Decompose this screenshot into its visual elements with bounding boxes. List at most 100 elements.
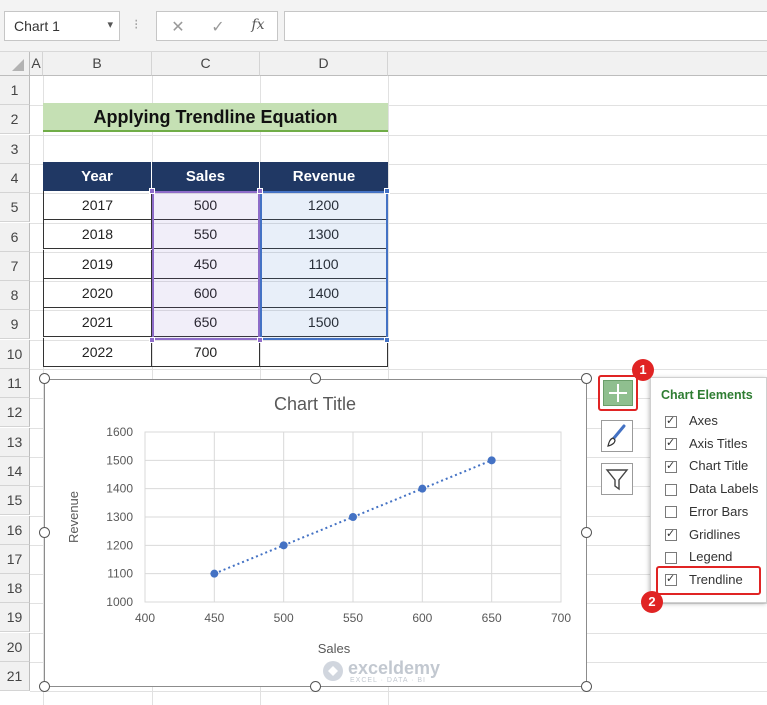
row-header[interactable]: 11	[0, 369, 30, 398]
function-icon[interactable]: fx	[245, 17, 271, 37]
x-tick-label: 550	[343, 611, 363, 625]
plus-icon	[603, 380, 633, 406]
table-header-year[interactable]: Year	[43, 162, 152, 191]
chart-resize-handle[interactable]	[39, 373, 50, 384]
row-header[interactable]: 19	[0, 603, 30, 633]
cell-year[interactable]: 2020	[43, 278, 152, 308]
range-handle[interactable]	[149, 188, 155, 194]
chart-element-item[interactable]: ✓ Axis Titles	[665, 436, 748, 454]
chart-element-checkbox[interactable]: ✓	[665, 528, 677, 542]
chart-element-label: Legend	[689, 549, 733, 565]
chart-element-item[interactable]: Error Bars	[665, 504, 748, 522]
cell-year[interactable]: 2019	[43, 249, 152, 279]
row-header[interactable]: 20	[0, 632, 30, 662]
row-header[interactable]: 15	[0, 486, 30, 516]
chart-element-item[interactable]: ✓ Gridlines	[665, 527, 740, 545]
row-header[interactable]: 1	[0, 76, 30, 105]
range-handle[interactable]	[257, 337, 263, 343]
column-header-d[interactable]: D	[260, 52, 388, 76]
gridline	[30, 369, 767, 370]
chart-resize-handle[interactable]	[581, 373, 592, 384]
step-badge: 1	[632, 359, 654, 381]
cell-year[interactable]: 2018	[43, 220, 152, 250]
formula-input[interactable]	[284, 11, 767, 41]
chevron-down-icon[interactable]: ▾	[107, 18, 113, 31]
x-tick-label: 500	[274, 611, 294, 625]
row-header[interactable]: 10	[0, 339, 30, 369]
y-tick-label: 1600	[106, 425, 133, 439]
table-header-sales[interactable]: Sales	[152, 162, 260, 191]
x-tick-label: 450	[204, 611, 224, 625]
chart-element-item[interactable]: Legend	[665, 549, 732, 567]
row-header[interactable]: 12	[0, 398, 30, 428]
chart-resize-handle[interactable]	[581, 527, 592, 538]
select-all-triangle-icon	[12, 59, 24, 71]
chart-element-checkbox[interactable]	[665, 551, 677, 564]
cell-year[interactable]: 2021	[43, 308, 152, 338]
table-header-revenue[interactable]: Revenue	[260, 162, 388, 191]
column-header-a[interactable]: A	[30, 52, 43, 76]
chart-resize-handle[interactable]	[39, 681, 50, 692]
chart-element-item[interactable]: ✓ Chart Title	[665, 458, 748, 476]
data-point	[210, 569, 219, 578]
x-axis-title: Sales	[318, 641, 351, 656]
row-header[interactable]: 21	[0, 662, 30, 691]
cell-revenue[interactable]	[260, 337, 388, 367]
sheet-title[interactable]: Applying Trendline Equation	[43, 103, 388, 132]
chart-resize-handle[interactable]	[39, 527, 50, 538]
cell-sales[interactable]: 700	[152, 337, 260, 367]
sales-range-highlight	[152, 191, 260, 340]
row-header[interactable]: 5	[0, 193, 30, 223]
range-handle[interactable]	[257, 188, 263, 194]
x-tick-label: 650	[482, 611, 502, 625]
check-icon[interactable]: ✓	[205, 17, 231, 37]
chart-filters-button[interactable]	[601, 463, 633, 495]
cell-year[interactable]: 2017	[43, 191, 152, 220]
trendline-highlight	[656, 566, 761, 595]
y-tick-label: 1100	[107, 567, 133, 581]
chart-element-item[interactable]: Data Labels	[665, 481, 758, 499]
row-header[interactable]: 4	[0, 163, 30, 193]
row-header[interactable]: 14	[0, 456, 30, 486]
watermark-icon	[323, 661, 343, 681]
chart-styles-button[interactable]	[601, 420, 633, 452]
chart-resize-handle[interactable]	[310, 373, 321, 384]
chart-element-checkbox[interactable]: ✓	[665, 460, 677, 473]
chart-element-checkbox[interactable]	[665, 506, 677, 519]
scatter-chart[interactable]: 400 450 500 550 600 650 700 1000 1100 1200 1300 140…	[44, 379, 587, 687]
range-handle[interactable]	[149, 337, 155, 343]
row-header[interactable]: 8	[0, 281, 30, 311]
chart-resize-handle[interactable]	[581, 681, 592, 692]
row-header[interactable]: 17	[0, 544, 30, 574]
row-header[interactable]: 9	[0, 310, 30, 340]
cancel-icon[interactable]: ✕	[165, 17, 191, 37]
chart-element-checkbox[interactable]	[665, 483, 677, 496]
chart-element-checkbox[interactable]: ✓	[665, 414, 677, 428]
chart-element-item[interactable]: ✓ Axes	[665, 413, 718, 431]
row-header[interactable]: 13	[0, 427, 30, 457]
range-handle[interactable]	[384, 188, 390, 194]
name-box[interactable]: Chart 1 ▾	[4, 11, 120, 41]
row-header[interactable]: 7	[0, 251, 30, 281]
cell-year[interactable]: 2022	[43, 337, 152, 367]
chart-element-checkbox[interactable]: ✓	[665, 437, 677, 451]
row-header[interactable]: 3	[0, 134, 30, 164]
range-handle[interactable]	[384, 337, 390, 343]
row-header[interactable]: 2	[0, 105, 30, 135]
row-header[interactable]: 16	[0, 515, 30, 545]
x-tick-label: 600	[412, 611, 432, 625]
brush-icon	[607, 424, 626, 447]
column-header-b[interactable]: B	[43, 52, 152, 76]
checkmark-icon: ✓	[666, 528, 676, 541]
watermark-name: exceldemy	[348, 658, 441, 678]
chart-elements-button[interactable]	[598, 375, 638, 411]
y-tick-label: 1000	[106, 595, 133, 609]
panel-title: Chart Elements	[661, 388, 753, 402]
checkmark-icon: ✓	[666, 414, 676, 427]
row-header[interactable]: 6	[0, 222, 30, 252]
row-header[interactable]: 18	[0, 574, 30, 604]
chart-resize-handle[interactable]	[310, 681, 321, 692]
column-header-c[interactable]: C	[152, 52, 260, 76]
chart-plot: 400 450 500 550 600 650 700 1000 1100 1200 1300 140…	[66, 394, 571, 656]
revenue-range-highlight	[260, 191, 388, 340]
